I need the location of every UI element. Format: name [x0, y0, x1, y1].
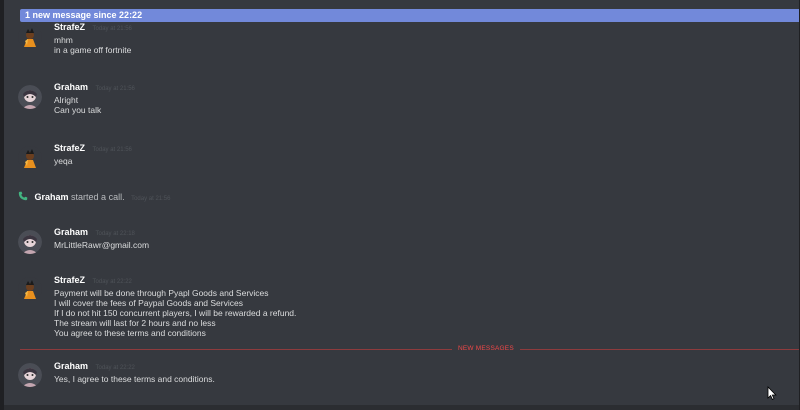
message-header: Graham Today at 22:18	[54, 227, 135, 240]
message-header: StrafeZ Today at 21:56	[54, 22, 132, 35]
message-line: yeqa	[54, 156, 73, 166]
message-body: Alright Can you talk	[54, 95, 101, 115]
message-line: The stream will last for 2 hours and no …	[54, 318, 216, 328]
app-frame: 1 new message since 22:22 StrafeZ Today …	[0, 0, 800, 410]
message-line: Yes, I agree to these terms and conditio…	[54, 374, 215, 384]
author-name[interactable]: Graham	[54, 82, 88, 92]
chat-pane[interactable]: 1 new message since 22:22 StrafeZ Today …	[4, 0, 799, 405]
avatar-strafez[interactable]	[18, 25, 42, 49]
message-line: Can you talk	[54, 105, 102, 115]
timestamp: Today at 22:22	[95, 365, 135, 371]
timestamp: Today at 21:56	[92, 147, 132, 153]
author-name[interactable]: StrafeZ	[54, 275, 85, 285]
message-line: You agree to these terms and conditions	[54, 328, 206, 338]
timestamp: Today at 21:56	[131, 196, 171, 202]
message-header: StrafeZ Today at 22:22	[54, 275, 132, 288]
message-line: Payment will be done through Pyapl Goods…	[54, 288, 269, 298]
message-line[interactable]: MrLittleRawr@gmail.com	[54, 240, 149, 250]
message-body: yeqa	[54, 156, 72, 166]
message-line: If I do not hit 150 concurrent players, …	[54, 308, 297, 318]
message-line: mhm	[54, 35, 73, 45]
call-system-message: Graham started a call. Today at 21:56	[18, 191, 170, 205]
phone-icon	[18, 191, 28, 201]
avatar-graham[interactable]	[18, 363, 42, 387]
message-strafez-1: StrafeZ Today at 21:56 mhm in a game off…	[4, 22, 784, 66]
call-text: started a call.	[71, 192, 125, 202]
author-name[interactable]: Graham	[54, 361, 88, 371]
new-messages-bar[interactable]: 1 new message since 22:22	[20, 9, 799, 22]
author-name[interactable]: StrafeZ	[54, 143, 85, 153]
message-line: I will cover the fees of Paypal Goods an…	[54, 298, 243, 308]
author-name[interactable]: Graham	[54, 227, 88, 237]
message-strafez-3: StrafeZ Today at 22:22 Payment will be d…	[4, 275, 784, 341]
message-line: in a game off fortnite	[54, 45, 132, 55]
avatar-strafez[interactable]	[18, 277, 42, 301]
timestamp: Today at 21:56	[95, 86, 135, 92]
author-name[interactable]: StrafeZ	[54, 22, 85, 32]
avatar-graham[interactable]	[18, 230, 42, 254]
avatar-graham[interactable]	[18, 85, 42, 109]
message-body: mhm in a game off fortnite	[54, 35, 131, 55]
avatar-strafez[interactable]	[18, 146, 42, 170]
message-header: Graham Today at 21:56	[54, 82, 135, 95]
message-graham-2: Graham Today at 22:18 MrLittleRawr@gmail…	[4, 227, 784, 257]
message-graham-3: Graham Today at 22:22 Yes, I agree to th…	[4, 361, 784, 391]
message-header: Graham Today at 22:22	[54, 361, 135, 374]
message-header: StrafeZ Today at 21:56	[54, 143, 132, 156]
timestamp: Today at 22:22	[92, 279, 132, 285]
message-input-edge[interactable]	[4, 405, 799, 410]
message-strafez-2: StrafeZ Today at 21:56 yeqa	[4, 143, 784, 173]
new-messages-divider	[20, 349, 799, 350]
new-messages-divider-label: NEW MESSAGES	[452, 344, 520, 354]
message-body: Yes, I agree to these terms and conditio…	[54, 374, 215, 384]
call-author[interactable]: Graham	[35, 192, 69, 202]
mouse-cursor-icon	[767, 386, 777, 400]
timestamp: Today at 22:18	[95, 231, 135, 237]
timestamp: Today at 21:56	[92, 26, 132, 32]
message-body: MrLittleRawr@gmail.com	[54, 240, 149, 250]
message-body: Payment will be done through Pyapl Goods…	[54, 288, 296, 338]
message-graham-1: Graham Today at 21:56 Alright Can you ta…	[4, 82, 784, 122]
message-line: Alright	[54, 95, 79, 105]
